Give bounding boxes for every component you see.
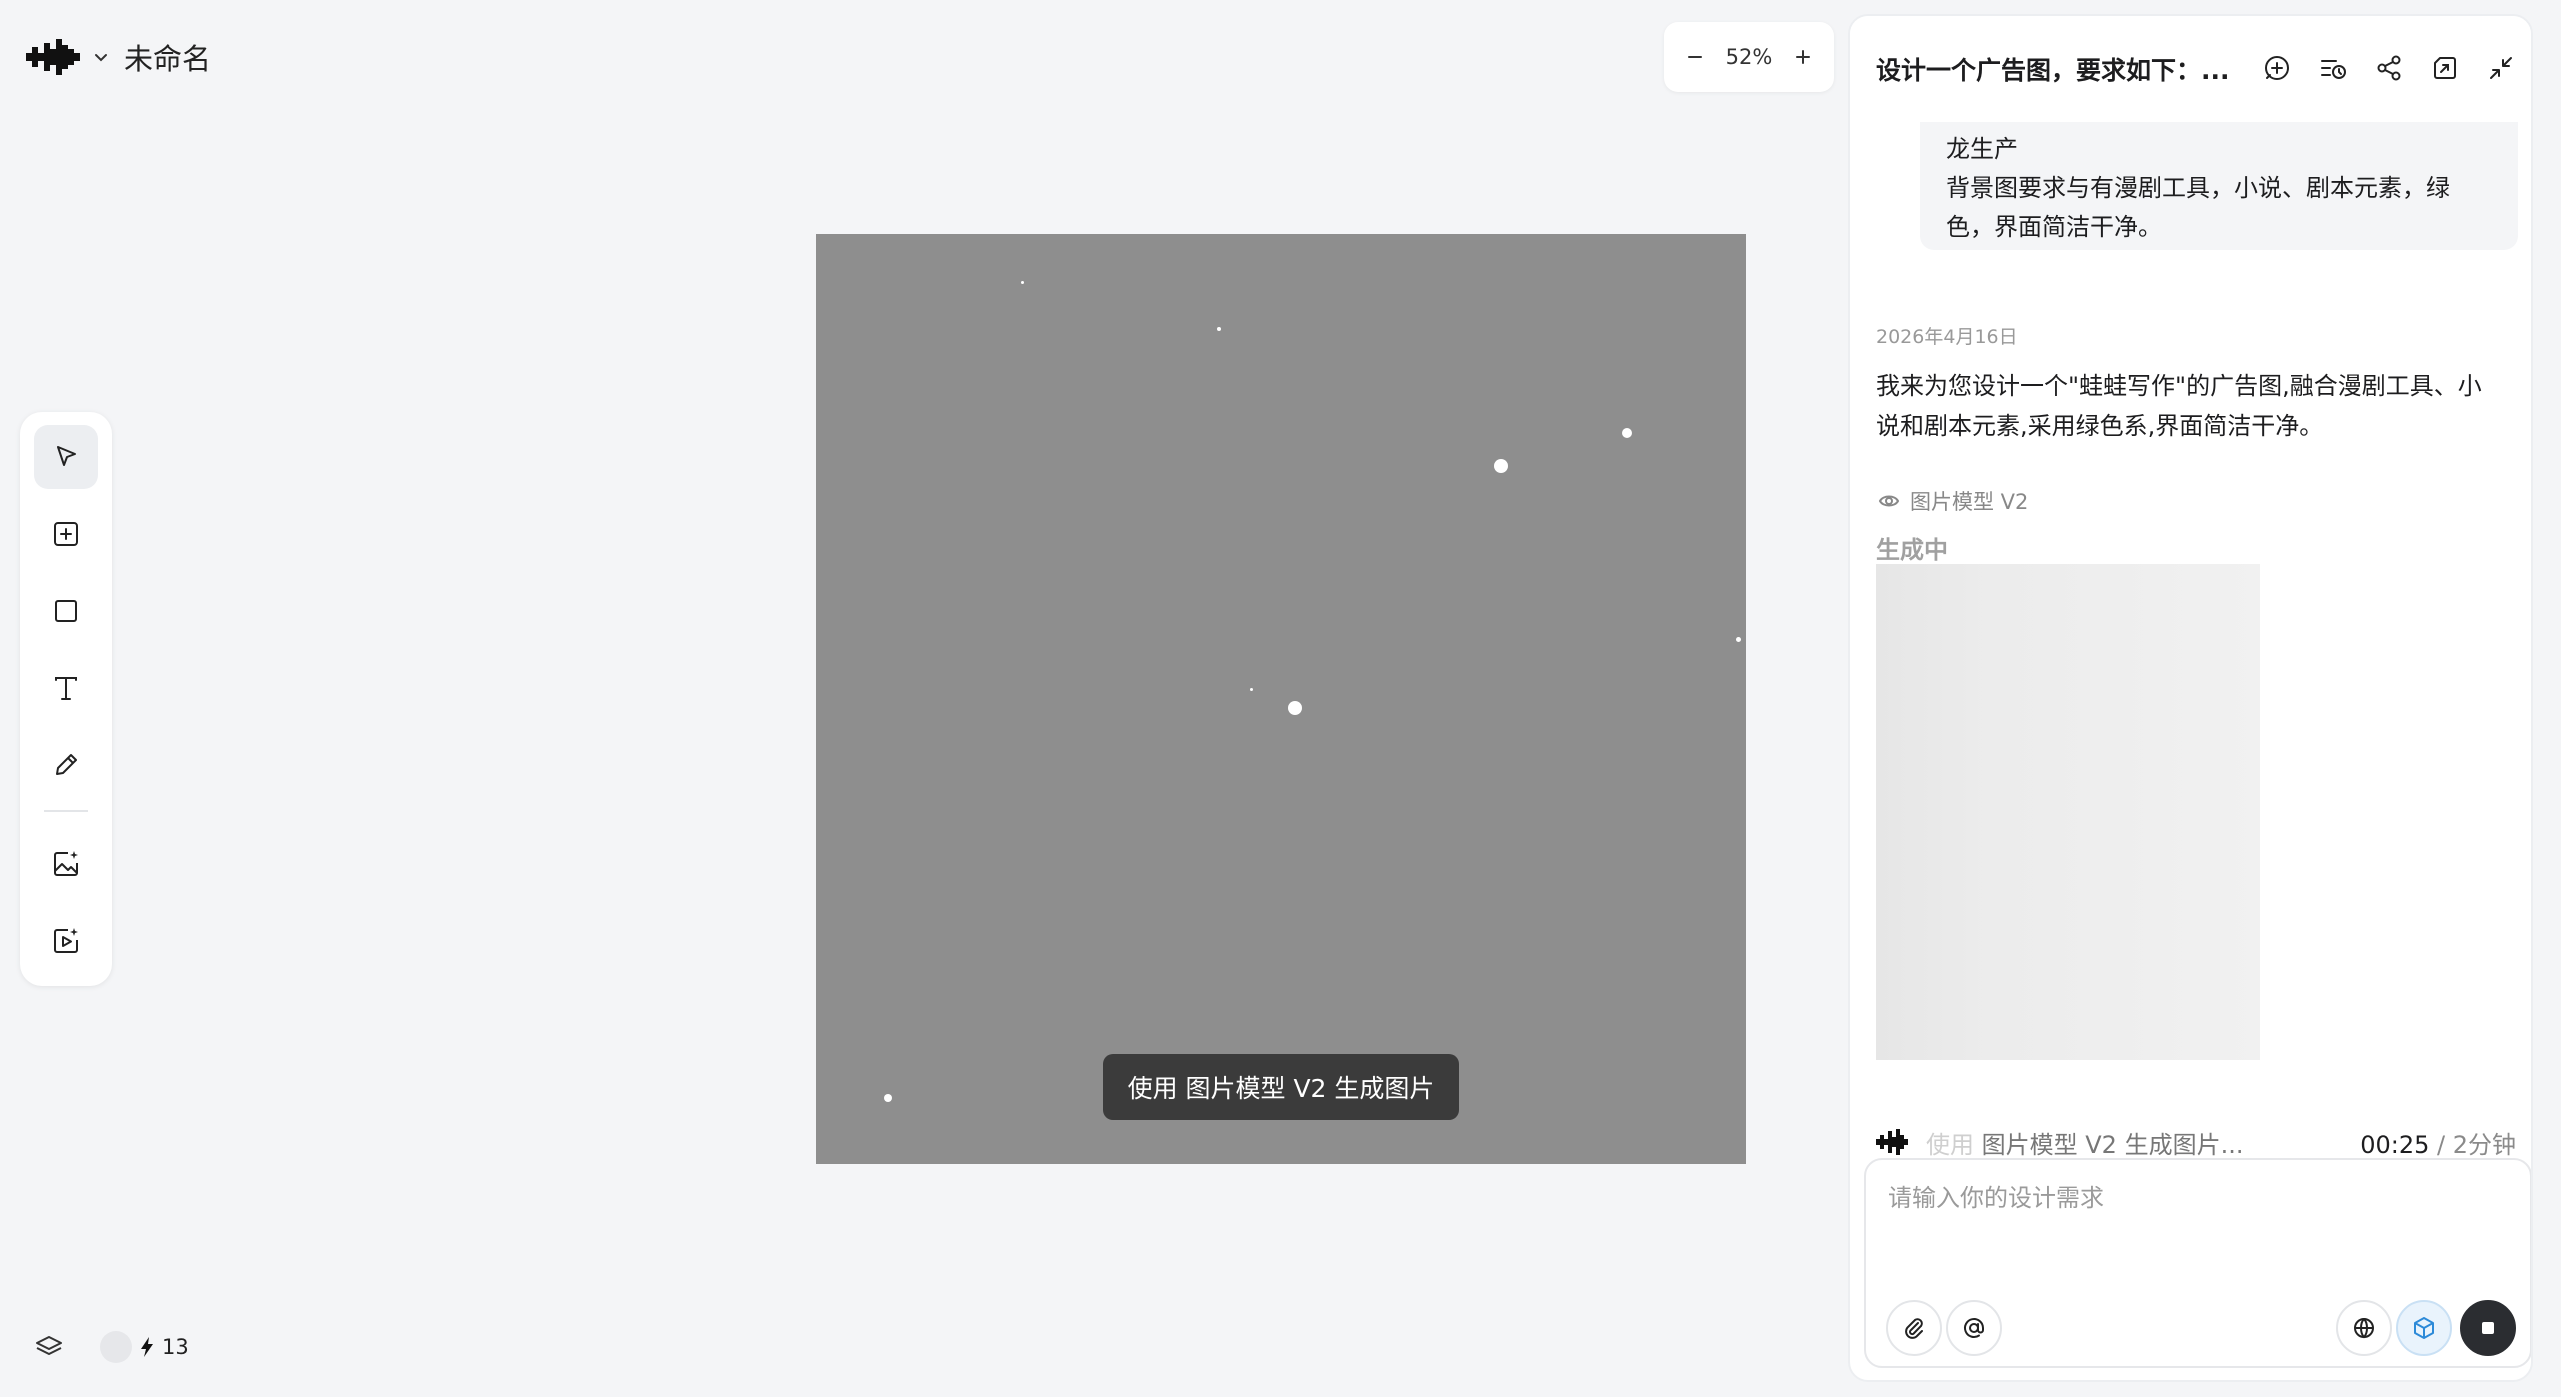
sparkle-dot <box>1622 428 1632 438</box>
stop-icon <box>2482 1322 2494 1334</box>
sparkle-dot <box>1494 459 1508 473</box>
square-icon <box>55 600 77 622</box>
zoom-control: 52% <box>1664 22 1834 92</box>
tool-rectangle[interactable] <box>34 579 98 643</box>
chat-input-box <box>1864 1158 2531 1368</box>
toolbar-divider <box>44 810 88 812</box>
left-toolbar <box>20 412 112 986</box>
image-placeholder <box>1876 564 2260 1060</box>
chevron-down-icon[interactable] <box>92 48 110 66</box>
paperclip-icon <box>1905 1318 1923 1339</box>
progress-faded-text: 使用 <box>1926 1130 1974 1159</box>
video-play-icon <box>54 928 78 953</box>
tool-pen[interactable] <box>34 733 98 797</box>
progress-timer: 00:25 / 2分钟 <box>2360 1125 2516 1160</box>
canvas-artboard[interactable] <box>816 234 1746 1164</box>
sparkle-dot <box>1736 637 1741 642</box>
plus-square-icon <box>54 522 78 546</box>
model-tag: 图片模型 V2 <box>1878 486 2028 516</box>
eye-icon <box>1878 495 1900 507</box>
progress-main-text: 图片模型 V2 生成图片... <box>1981 1130 2244 1159</box>
generation-status: 生成中 <box>1876 536 1948 564</box>
tool-add-frame[interactable] <box>34 502 98 566</box>
sparkle-dot <box>1021 281 1024 284</box>
at-sign-icon <box>1964 1318 1984 1338</box>
cursor-arrow-icon <box>57 446 76 466</box>
globe-icon <box>2354 1318 2374 1339</box>
cube-icon <box>2414 1317 2434 1339</box>
chat-panel: 设计一个广告图，要求如下：... 龙生产 背景图要求与有漫剧工具，小说、剧本元素… <box>1848 14 2533 1382</box>
model-select-button[interactable] <box>2396 1300 2452 1356</box>
bolt-icon <box>141 1337 153 1357</box>
message-date: 2026年4月16日 <box>1876 326 2018 348</box>
panel-header: 设计一个广告图，要求如下：... <box>1850 16 2531 122</box>
pixel-logo-icon <box>1876 1129 1908 1155</box>
elapsed-time: 00:25 <box>2360 1130 2430 1159</box>
sparkle-dot <box>1250 688 1253 691</box>
progress-text: 使用 图片模型 V2 生成图片... <box>1926 1125 2243 1160</box>
user-message-line: 背景图要求与有漫剧工具，小说、剧本元素，绿色，界面简洁干净。 <box>1946 174 2450 241</box>
plus-icon <box>1796 50 1811 64</box>
tool-ai-image[interactable] <box>34 832 98 896</box>
image-sparkle-icon <box>54 851 78 876</box>
credits-count: 13 <box>162 1335 189 1359</box>
sparkle-dot <box>884 1094 892 1102</box>
collapse-icon[interactable] <box>2485 52 2517 84</box>
avatar[interactable] <box>100 1331 132 1363</box>
minus-icon <box>1687 56 1702 58</box>
generation-toast: 使用 图片模型 V2 生成图片 <box>1103 1054 1459 1120</box>
document-title[interactable]: 未命名 <box>124 36 211 78</box>
zoom-level[interactable]: 52% <box>1726 45 1773 69</box>
bottom-status: 13 <box>34 1330 189 1364</box>
web-search-button[interactable] <box>2336 1300 2392 1356</box>
model-label: 图片模型 V2 <box>1910 490 2029 514</box>
layers-icon[interactable] <box>34 1332 64 1362</box>
zoom-in-button[interactable] <box>1790 44 1816 70</box>
assistant-reply: 我来为您设计一个"蛙蛙写作"的广告图,融合漫剧工具、小说和剧本元素,采用绿色系,… <box>1876 372 2482 440</box>
text-t-icon <box>55 677 77 700</box>
export-icon[interactable] <box>2429 52 2461 84</box>
sparkle-dot <box>1217 327 1221 331</box>
sparkle-dot <box>1288 701 1302 715</box>
design-request-input[interactable] <box>1888 1178 2508 1268</box>
tool-select[interactable] <box>34 425 98 489</box>
estimated-time: / 2分钟 <box>2437 1130 2516 1159</box>
share-icon[interactable] <box>2373 52 2405 84</box>
attach-button[interactable] <box>1886 1300 1942 1356</box>
tool-ai-video[interactable] <box>34 909 98 973</box>
new-chat-icon[interactable] <box>2261 52 2293 84</box>
panel-actions <box>2261 52 2517 84</box>
mention-button[interactable] <box>1946 1300 2002 1356</box>
brand[interactable]: 未命名 <box>26 34 211 80</box>
pencil-icon <box>56 754 77 775</box>
stop-generation-button[interactable] <box>2460 1300 2516 1356</box>
progress-row: 使用 图片模型 V2 生成图片... 00:25 / 2分钟 <box>1876 1124 2516 1160</box>
zoom-out-button[interactable] <box>1682 44 1708 70</box>
history-icon[interactable] <box>2317 52 2349 84</box>
user-message-bubble: 龙生产 背景图要求与有漫剧工具，小说、剧本元素，绿色，界面简洁干净。 <box>1920 112 2518 250</box>
user-message-line: 龙生产 <box>1946 135 2018 163</box>
conversation-title: 设计一个广告图，要求如下：... <box>1876 56 2230 85</box>
tool-text[interactable] <box>34 656 98 720</box>
pixel-arrow-logo-icon <box>26 39 80 75</box>
